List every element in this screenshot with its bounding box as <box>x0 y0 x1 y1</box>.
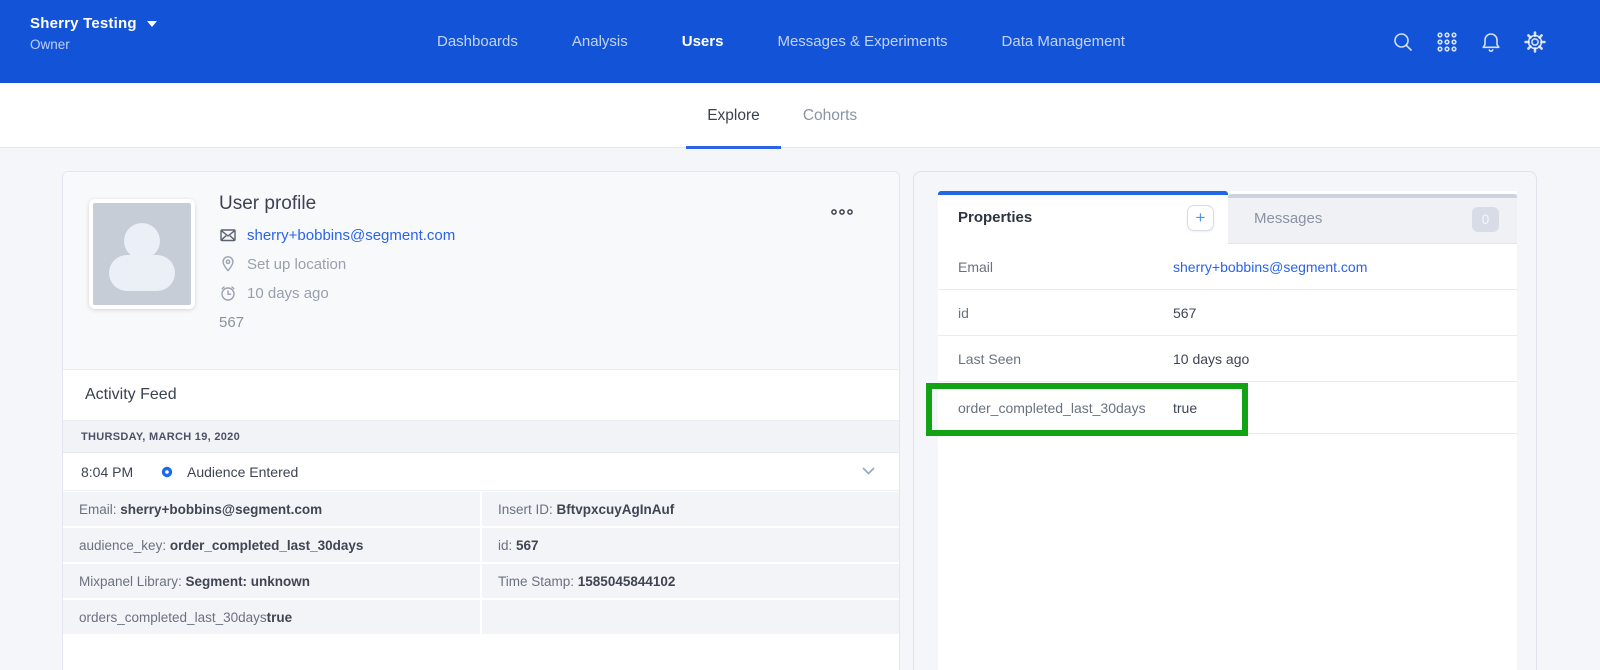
location-pin-icon <box>219 255 237 273</box>
workspace-name: Sherry Testing <box>30 15 137 32</box>
tab-properties-active-bar <box>938 191 1228 195</box>
property-email-link[interactable]: sherry+bobbins@segment.com <box>1173 259 1367 275</box>
event-detail-cell: Time Stamp: 1585045844102 <box>482 564 899 598</box>
nav-item-analysis[interactable]: Analysis <box>572 33 628 50</box>
email-icon <box>219 226 237 244</box>
user-profile-card: User profile sherry+bobbins@segment.com … <box>62 171 900 670</box>
messages-count-badge: 0 <box>1472 207 1499 232</box>
activity-date-header: THURSDAY, MARCH 19, 2020 <box>63 421 899 453</box>
properties-panel: Properties + Messages 0 Email sherry+bob… <box>938 191 1517 670</box>
profile-last-seen: 10 days ago <box>247 285 329 302</box>
tab-messages[interactable]: Messages 0 <box>1228 194 1517 244</box>
tab-explore-active-underline <box>686 146 781 149</box>
more-options-icon[interactable] <box>825 200 859 226</box>
explore-tabbar: Explore Cohorts <box>0 83 1600 148</box>
avatar <box>89 199 195 309</box>
workspace-switcher[interactable]: Sherry Testing Owner <box>30 15 157 52</box>
tab-properties-label: Properties <box>958 209 1032 226</box>
top-navbar: Sherry Testing Owner Dashboards Analysis… <box>0 0 1600 83</box>
profile-location[interactable]: Set up location <box>247 256 346 273</box>
tab-messages-top-bar <box>1228 194 1517 198</box>
event-detail-cell: audience_key: order_completed_last_30day… <box>63 528 480 562</box>
nav-icons <box>1391 0 1547 83</box>
tab-explore[interactable]: Explore <box>686 83 781 148</box>
event-details-table: Email: sherry+bobbins@segment.com Insert… <box>63 491 899 634</box>
event-detail-cell: Email: sherry+bobbins@segment.com <box>63 492 480 526</box>
profile-id: 567 <box>219 314 455 331</box>
property-row-order-completed: order_completed_last_30days true <box>938 382 1517 434</box>
property-row-last-seen: Last Seen 10 days ago <box>938 336 1517 382</box>
property-row-email: Email sherry+bobbins@segment.com <box>938 244 1517 290</box>
tab-messages-label: Messages <box>1254 210 1322 227</box>
main-nav: Dashboards Analysis Users Messages & Exp… <box>437 0 1125 83</box>
tab-explore-label: Explore <box>707 107 760 125</box>
profile-email-link[interactable]: sherry+bobbins@segment.com <box>247 227 455 244</box>
page-title: User profile <box>219 193 455 215</box>
properties-card: Properties + Messages 0 Email sherry+bob… <box>913 171 1537 670</box>
tab-cohorts[interactable]: Cohorts <box>798 83 862 148</box>
clock-icon <box>219 284 237 302</box>
tab-cohorts-label: Cohorts <box>803 107 857 125</box>
nav-item-users[interactable]: Users <box>682 33 724 50</box>
apps-grid-icon[interactable] <box>1435 30 1459 54</box>
property-row-id: id 567 <box>938 290 1517 336</box>
settings-gear-icon[interactable] <box>1523 30 1547 54</box>
profile-header: User profile sherry+bobbins@segment.com … <box>63 172 899 369</box>
search-icon[interactable] <box>1391 30 1415 54</box>
notifications-bell-icon[interactable] <box>1479 30 1503 54</box>
properties-tabs: Properties + Messages 0 <box>938 191 1517 244</box>
workspace-role: Owner <box>30 37 157 52</box>
event-detail-cell: Mixpanel Library: Segment: unknown <box>63 564 480 598</box>
tab-properties[interactable]: Properties + <box>938 191 1228 244</box>
event-detail-cell: Insert ID: BftvpxcuyAgInAuf <box>482 492 899 526</box>
event-detail-cell: orders_completed_last_30daystrue <box>63 600 480 634</box>
event-detail-cell <box>482 600 899 634</box>
activity-event-row[interactable]: 8:04 PM Audience Entered <box>63 453 899 491</box>
nav-item-dashboards[interactable]: Dashboards <box>437 33 518 50</box>
nav-item-data-management[interactable]: Data Management <box>1002 33 1125 50</box>
nav-item-messages-experiments[interactable]: Messages & Experiments <box>777 33 947 50</box>
event-time: 8:04 PM <box>81 464 143 480</box>
caret-down-icon <box>147 21 157 27</box>
event-name: Audience Entered <box>187 464 298 480</box>
audience-dot-icon <box>161 466 173 478</box>
add-property-button[interactable]: + <box>1187 205 1214 231</box>
avatar-body-shape <box>109 255 175 291</box>
activity-feed-heading: Activity Feed <box>63 369 899 421</box>
event-detail-cell: id: 567 <box>482 528 899 562</box>
avatar-head-shape <box>124 223 160 259</box>
chevron-down-icon[interactable] <box>862 467 875 476</box>
